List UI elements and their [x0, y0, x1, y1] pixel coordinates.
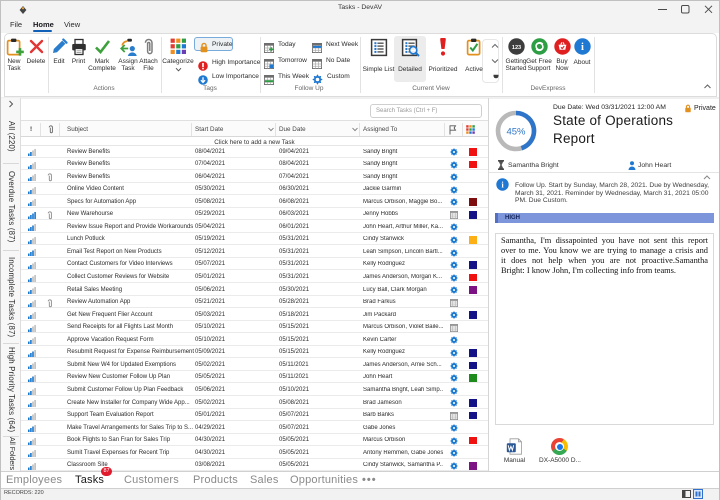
- svg-text:123: 123: [511, 45, 520, 51]
- svg-text:45%: 45%: [506, 127, 526, 138]
- svg-text:i: i: [581, 42, 584, 53]
